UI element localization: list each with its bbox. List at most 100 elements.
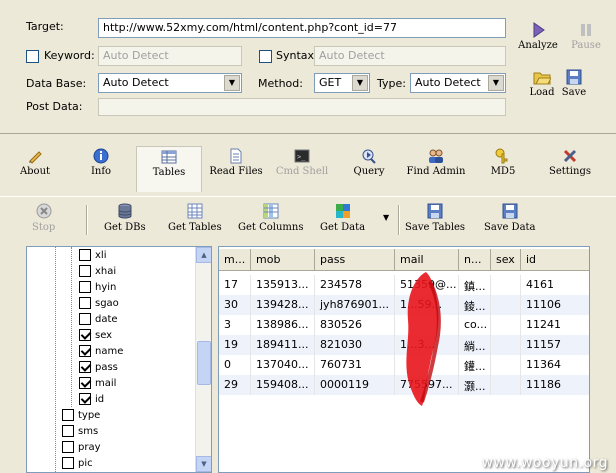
table-cell [491,375,521,395]
table-cell [491,335,521,355]
get-columns-button[interactable]: Get Columns [238,203,303,233]
get-dbs-button[interactable]: Get DBs [104,203,146,233]
analyze-button[interactable]: Analyze [515,22,561,51]
get-tables-button[interactable]: Get Tables [168,203,222,233]
tree-column-item[interactable]: sgao [79,297,119,313]
get-columns-label: Get Columns [238,222,304,233]
checkbox[interactable] [62,457,74,469]
tree-column-item[interactable]: id [79,393,104,409]
tree-scrollbar[interactable]: ▲ ▼ [195,247,211,472]
tree-column-item[interactable]: pass [79,361,118,377]
checkbox[interactable] [79,281,91,293]
table-icon [161,150,177,164]
checkbox[interactable] [79,297,91,309]
tree-item-label: sgao [95,298,119,309]
tools-icon [563,149,577,163]
request-panel: Target: http://www.52xmy.com/html/conten… [0,0,616,134]
scroll-up-icon[interactable]: ▲ [196,247,211,263]
table-cell: 159408... [251,375,315,395]
tree-table-item[interactable]: pray [62,441,101,457]
checkbox[interactable] [62,441,74,453]
type-select[interactable]: Auto Detect ▼ [410,73,506,93]
tab-settings[interactable]: Settings [537,146,603,192]
keyword-checkbox[interactable] [26,50,39,63]
table-cell: 189411... [251,335,315,355]
table-cell: 29 [219,375,251,395]
load-button[interactable]: Load [526,69,558,98]
tab-cmd-shell[interactable]: >_ Cmd Shell [269,146,335,192]
checkbox-checked[interactable] [79,361,91,373]
syntax-input[interactable]: Auto Detect [314,46,506,66]
tree-table-item[interactable]: type [62,409,100,425]
tree-item-label: mail [95,378,117,389]
column-header[interactable]: id [521,249,589,271]
tree-table-item[interactable]: pic [62,457,93,472]
save-tables-button[interactable]: Save Tables [405,203,465,233]
tree-column-item[interactable]: hyin [79,281,116,297]
pause-label: Pause [571,40,601,51]
column-header[interactable]: sex [491,249,521,271]
table-cell: co... [459,315,491,335]
save-button[interactable]: Save [560,69,588,98]
tree-column-item[interactable]: sex [79,329,112,345]
save-data-button[interactable]: Save Data [484,203,536,233]
tab-label: Settings [549,166,591,177]
tree-column-item[interactable]: date [79,313,118,329]
syntax-checkbox[interactable] [259,50,272,63]
tab-info[interactable]: Info [68,146,134,192]
stop-button[interactable]: Stop [32,203,55,233]
chevron-down-icon[interactable]: ▼ [488,75,504,91]
tree-column-item[interactable]: name [79,345,123,361]
table-cell: 19 [219,335,251,355]
target-input[interactable]: http://www.52xmy.com/html/content.php?co… [98,18,506,38]
database-select[interactable]: Auto Detect ▼ [98,73,242,93]
tab-query[interactable]: Query [336,146,402,192]
table-cell: 139428... [251,295,315,315]
tree-table-item[interactable]: sms [62,425,98,441]
keyword-input[interactable]: Auto Detect [98,46,242,66]
checkbox[interactable] [79,249,91,261]
method-select[interactable]: GET ▼ [314,73,370,93]
checkbox[interactable] [79,265,91,277]
tree-column-item[interactable]: xli [79,249,106,265]
scroll-down-icon[interactable]: ▼ [196,456,211,472]
get-data-label: Get Data [320,222,366,233]
column-header[interactable]: mob [251,249,315,271]
column-header[interactable]: pass [315,249,395,271]
table-cell: 821030 [315,335,395,355]
get-data-dropdown-arrow[interactable]: ▼ [383,213,389,222]
postdata-input[interactable] [98,98,506,116]
tab-find-admin[interactable]: Find Admin [403,146,469,192]
tab-read-files[interactable]: Read Files [203,146,269,192]
pause-button[interactable]: Pause [566,22,606,51]
tab-bar: About Info Tables Read Files >_ Cmd Shel… [0,134,616,194]
grid-icon [187,203,203,219]
checkbox-checked[interactable] [79,345,91,357]
checkbox[interactable] [62,409,74,421]
column-header[interactable]: m... [219,249,251,271]
tree-column-item[interactable]: xhai [79,265,116,281]
tree-item-label: id [95,394,105,405]
checkbox[interactable] [62,425,74,437]
tree-item-label: pic [78,458,93,469]
get-data-button[interactable]: Get Data [320,203,365,233]
tree-item-label: sms [78,426,99,437]
tab-about[interactable]: About [2,146,68,192]
column-header[interactable]: n... [459,249,491,271]
tab-tables[interactable]: Tables [136,146,202,192]
table-cell: 錂... [459,295,491,315]
tree-item-label: pray [78,442,101,453]
checkbox-checked[interactable] [79,393,91,405]
checkbox[interactable] [79,313,91,325]
svg-text:>_: >_ [297,153,306,161]
chevron-down-icon[interactable]: ▼ [352,75,368,91]
tab-md5[interactable]: MD5 [470,146,536,192]
target-label: Target: [26,20,64,33]
chevron-down-icon[interactable]: ▼ [224,75,240,91]
schema-tree: xli xhai hyin sgao date sex name pass ma… [26,246,212,473]
checkbox-checked[interactable] [79,329,91,341]
checkbox-checked[interactable] [79,377,91,389]
scroll-thumb[interactable] [197,341,211,385]
tree-column-item[interactable]: mail [79,377,116,393]
table-cell: 830526 [315,315,395,335]
